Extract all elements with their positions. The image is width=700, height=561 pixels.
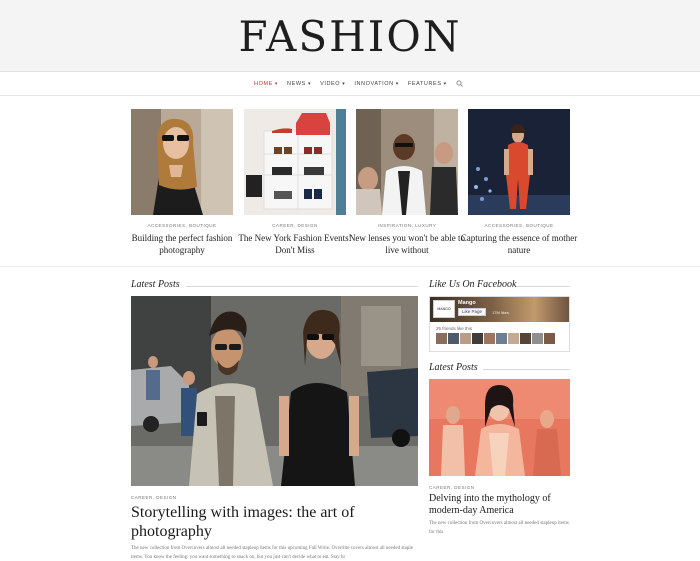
- facebook-friends-text: 25 friends like this: [436, 326, 473, 331]
- sidebar-latest-heading: Latest Posts: [429, 362, 478, 373]
- nav-label: VIDEO: [320, 81, 341, 87]
- facebook-widget: MANGO Mango Like Page 17M likes 25 frien…: [429, 296, 570, 352]
- category-label[interactable]: ACCESSORIES, BOUTIQUE: [468, 223, 570, 228]
- avatar[interactable]: [544, 333, 555, 344]
- facebook-heading: Like Us On Facebook: [429, 279, 517, 290]
- category-label[interactable]: ACCESSORIES, BOUTIQUE: [131, 223, 233, 228]
- nav-item-features[interactable]: FEATURES ▾: [408, 81, 447, 87]
- featured-image-2[interactable]: [244, 109, 346, 215]
- main-post-title[interactable]: Storytelling with images: the art of pho…: [131, 503, 418, 541]
- main-post-excerpt: The new collection from Overcovers almos…: [131, 546, 413, 560]
- latest-posts-heading: Latest Posts: [131, 279, 180, 290]
- facebook-friend-avatars: [436, 333, 556, 344]
- featured-image-4[interactable]: [468, 109, 570, 215]
- section-divider: [0, 266, 700, 267]
- nav-item-innovation[interactable]: INNOVATION ▾: [354, 81, 399, 87]
- chevron-down-icon: ▾: [395, 81, 399, 87]
- site-header: FASHION: [0, 0, 700, 72]
- nav-label: INNOVATION: [354, 81, 394, 87]
- avatar[interactable]: [532, 333, 543, 344]
- facebook-like-button[interactable]: Like Page: [458, 308, 487, 316]
- category-label[interactable]: CAREER, DESIGN: [244, 223, 346, 228]
- featured-title-4[interactable]: Capturing the essence of mother nature: [459, 232, 579, 256]
- avatar[interactable]: [460, 333, 471, 344]
- main-post-image[interactable]: [131, 296, 418, 486]
- avatar[interactable]: [520, 333, 531, 344]
- heading-rule: [186, 286, 418, 287]
- nav-label: FEATURES: [407, 81, 442, 87]
- search-icon[interactable]: [456, 80, 464, 88]
- category-label[interactable]: CAREER, DESIGN: [131, 495, 177, 500]
- heading-rule: [483, 369, 570, 370]
- main-nav: HOME ▾ NEWS ▾ VIDEO ▾ INNOVATION ▾ FEATURES ▾: [0, 72, 700, 96]
- category-label[interactable]: CAREER, DESIGN: [429, 485, 475, 490]
- avatar[interactable]: [484, 333, 495, 344]
- sidebar-post-excerpt: The new collection from Overcovers almos…: [429, 521, 569, 535]
- like-button-label: Like Page: [462, 309, 483, 314]
- nav-label: NEWS: [287, 81, 306, 87]
- chevron-down-icon: ▾: [443, 81, 447, 87]
- featured-title-1[interactable]: Building the perfect fashion photography: [122, 232, 242, 256]
- featured-image-3[interactable]: [356, 109, 458, 215]
- featured-title-3[interactable]: New lenses you won't be able to live wit…: [347, 232, 467, 256]
- nav-item-video[interactable]: VIDEO ▾: [320, 81, 345, 87]
- chevron-down-icon: ▾: [342, 81, 346, 87]
- featured-image-1[interactable]: [131, 109, 233, 215]
- facebook-page-name[interactable]: Mango: [458, 300, 476, 306]
- chevron-down-icon: ▾: [307, 81, 312, 87]
- avatar[interactable]: [436, 333, 447, 344]
- facebook-likes-count: 17M likes: [492, 310, 509, 315]
- facebook-page-thumb[interactable]: MANGO: [433, 300, 455, 318]
- avatar[interactable]: [508, 333, 519, 344]
- heading-rule: [516, 286, 570, 287]
- sidebar-post-title[interactable]: Delving into the mythology of modern-day…: [429, 493, 570, 517]
- featured-title-2[interactable]: The New York Fashion Events! Don't Miss: [235, 232, 355, 256]
- sidebar-post-image[interactable]: [429, 379, 570, 476]
- site-logo[interactable]: FASHION: [0, 12, 700, 61]
- avatar[interactable]: [472, 333, 483, 344]
- avatar[interactable]: [448, 333, 459, 344]
- category-label[interactable]: INSPIRATION, LUXURY: [356, 223, 458, 228]
- nav-item-news[interactable]: NEWS ▾: [287, 81, 311, 87]
- nav-label: HOME: [254, 81, 273, 87]
- avatar[interactable]: [496, 333, 507, 344]
- nav-item-home[interactable]: HOME ▾: [254, 81, 278, 87]
- chevron-down-icon: ▾: [274, 81, 279, 87]
